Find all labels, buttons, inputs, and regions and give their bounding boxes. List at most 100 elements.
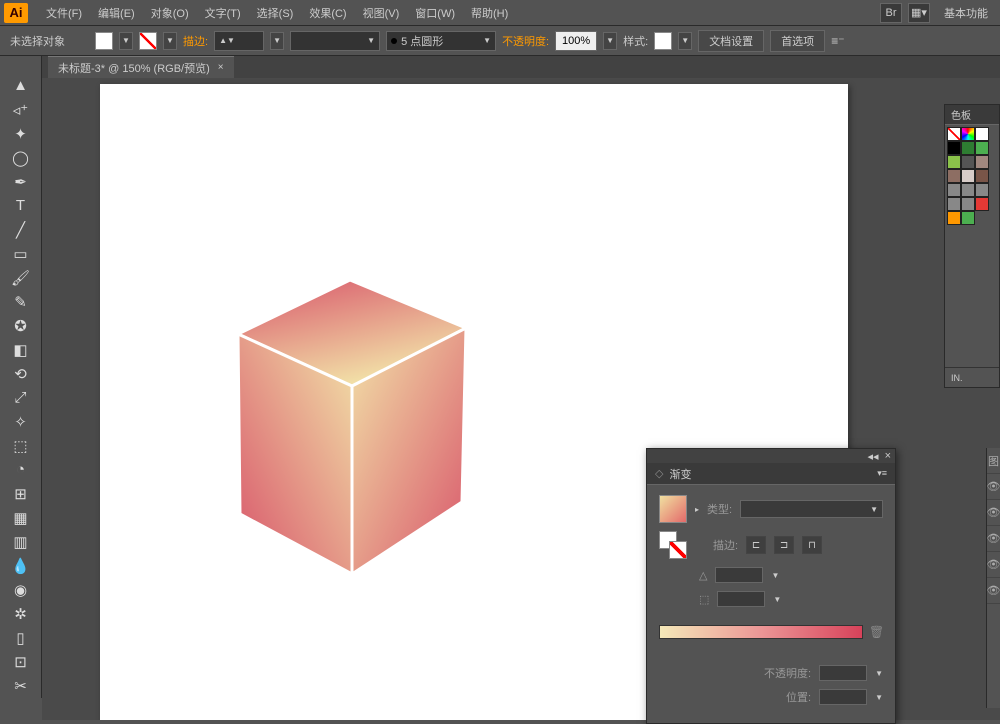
align-icon[interactable]: ≡⁻ (831, 34, 851, 48)
swatch[interactable] (961, 169, 975, 183)
layer-visibility-icon[interactable]: 👁 (987, 500, 1000, 526)
document-tab[interactable]: 未标题-3* @ 150% (RGB/预览) × (48, 56, 234, 78)
stroke-align-3[interactable]: ⊓ (802, 536, 822, 554)
close-tab-icon[interactable]: × (218, 62, 224, 73)
scale-tool[interactable]: ⤢ (9, 386, 33, 409)
arrange-docs-icon[interactable]: ▦▾ (908, 3, 930, 23)
document-setup-button[interactable]: 文档设置 (698, 30, 764, 52)
swatch[interactable] (961, 197, 975, 211)
type-tool[interactable]: T (9, 194, 33, 217)
mesh-tool[interactable]: ▦ (9, 506, 33, 529)
column-graph-tool[interactable]: ▯ (9, 626, 33, 649)
close-icon[interactable]: × (885, 450, 891, 462)
fill-dropdown[interactable]: ▼ (119, 32, 133, 50)
swatch[interactable] (947, 197, 961, 211)
layers-panel-edge: 图 👁 👁 👁 👁 👁 (986, 448, 1000, 708)
layer-visibility-icon[interactable]: 👁 (987, 578, 1000, 604)
menu-effect[interactable]: 效果(C) (301, 0, 354, 26)
menu-view[interactable]: 视图(V) (355, 0, 408, 26)
menu-object[interactable]: 对象(O) (143, 0, 197, 26)
swatch-black[interactable] (947, 141, 961, 155)
menu-window[interactable]: 窗口(W) (407, 0, 463, 26)
blob-brush-tool[interactable]: ✪ (9, 314, 33, 337)
layer-visibility-icon[interactable]: 👁 (987, 526, 1000, 552)
layer-visibility-icon[interactable]: 👁 (987, 552, 1000, 578)
stroke-weight-dropdown[interactable]: ▼ (270, 32, 284, 50)
swatch[interactable] (947, 169, 961, 183)
direct-selection-tool[interactable]: ◃⁺ (9, 98, 33, 121)
swatch[interactable] (975, 169, 989, 183)
swatch[interactable] (961, 183, 975, 197)
menu-edit[interactable]: 编辑(E) (90, 0, 143, 26)
stroke-swatch[interactable] (139, 32, 157, 50)
menu-file[interactable]: 文件(F) (38, 0, 90, 26)
swatch[interactable] (975, 141, 989, 155)
stroke-dropdown[interactable]: ▼ (163, 32, 177, 50)
rotate-tool[interactable]: ⟲ (9, 362, 33, 385)
swatch-none[interactable] (947, 127, 961, 141)
layers-panel-tab[interactable]: 图 (987, 448, 1000, 474)
pencil-tool[interactable]: ✎ (9, 290, 33, 313)
stroke-align-1[interactable]: ⊏ (746, 536, 766, 554)
swatch[interactable] (961, 211, 975, 225)
rectangle-tool[interactable]: ▭ (9, 242, 33, 265)
eraser-tool[interactable]: ◧ (9, 338, 33, 361)
swatch[interactable] (947, 211, 961, 225)
shape-builder-tool[interactable]: ◔ (9, 458, 33, 481)
gradient-slider[interactable] (659, 625, 863, 639)
collapse-icon[interactable]: ◂◂ (868, 450, 879, 463)
opacity-dropdown[interactable]: ▼ (603, 32, 617, 50)
gradient-panel-header[interactable]: ◇ 渐变 ▾≡ (647, 463, 895, 485)
line-tool[interactable]: ╱ (9, 218, 33, 241)
fill-swatch[interactable] (95, 32, 113, 50)
gradient-preview[interactable] (659, 495, 687, 523)
style-swatch[interactable] (654, 32, 672, 50)
perspective-grid-tool[interactable]: ⊞ (9, 482, 33, 505)
menu-select[interactable]: 选择(S) (249, 0, 302, 26)
workspace-switcher[interactable]: 基本功能 (936, 5, 996, 21)
gradient-tool[interactable]: ▥ (9, 530, 33, 553)
slice-tool[interactable]: ✂ (9, 674, 33, 697)
bridge-icon[interactable]: Br (880, 3, 902, 23)
menu-help[interactable]: 帮助(H) (463, 0, 516, 26)
free-transform-tool[interactable]: ⬚ (9, 434, 33, 457)
panel-menu-icon[interactable]: ▾≡ (877, 468, 887, 479)
swatch[interactable] (947, 155, 961, 169)
gradient-angle-input[interactable] (715, 567, 763, 583)
magic-wand-tool[interactable]: ✦ (9, 122, 33, 145)
fill-stroke-toggle[interactable] (659, 531, 687, 559)
gradient-aspect-input[interactable] (717, 591, 765, 607)
stroke-weight-input[interactable]: ▲▼ (214, 31, 264, 51)
swatch[interactable] (975, 155, 989, 169)
artboard-tool[interactable]: ⊡ (9, 650, 33, 673)
preferences-button[interactable]: 首选项 (770, 30, 825, 52)
eyedropper-tool[interactable]: 💧 (9, 554, 33, 577)
width-tool[interactable]: ✧ (9, 410, 33, 433)
swatch[interactable] (961, 141, 975, 155)
paintbrush-tool[interactable]: 🖌 (9, 266, 33, 289)
selection-tool[interactable]: ▲ (9, 74, 33, 97)
menu-type[interactable]: 文字(T) (197, 0, 249, 26)
gradient-type-select[interactable]: ▼ (740, 500, 883, 518)
gradient-opacity-input[interactable] (819, 665, 867, 681)
cube-artwork[interactable] (230, 274, 490, 584)
swatch[interactable] (947, 183, 961, 197)
layer-visibility-icon[interactable]: 👁 (987, 474, 1000, 500)
brush-select[interactable]: 5 点圆形 ▼ (386, 31, 496, 51)
swatch[interactable] (961, 155, 975, 169)
symbol-sprayer-tool[interactable]: ✲ (9, 602, 33, 625)
swatch-registration[interactable] (961, 127, 975, 141)
blend-tool[interactable]: ◉ (9, 578, 33, 601)
stroke-align-2[interactable]: ⊐ (774, 536, 794, 554)
lasso-tool[interactable]: ◯ (9, 146, 33, 169)
style-dropdown[interactable]: ▼ (678, 32, 692, 50)
swatch[interactable] (975, 183, 989, 197)
swatch-white[interactable] (975, 127, 989, 141)
pen-tool[interactable]: ✒ (9, 170, 33, 193)
stroke-profile-select[interactable]: ▼ (290, 31, 380, 51)
gradient-location-input[interactable] (819, 689, 867, 705)
opacity-input[interactable]: 100% (555, 31, 597, 51)
swatches-panel-header[interactable]: 色板 (945, 105, 999, 125)
swatch[interactable] (975, 197, 989, 211)
delete-stop-icon[interactable]: 🗑 (869, 625, 883, 639)
